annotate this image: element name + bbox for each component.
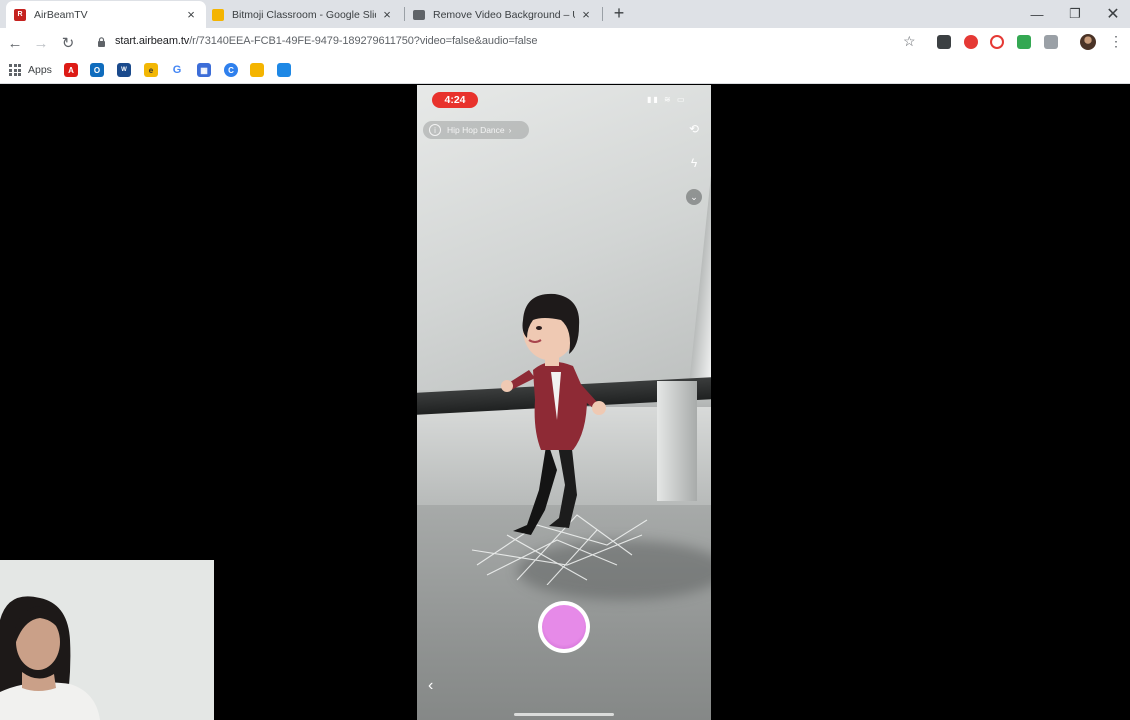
capture-button[interactable] [538, 601, 590, 653]
extension-gray-icon[interactable] [1044, 35, 1058, 49]
tab-title: Remove Video Background – Unscreen [433, 8, 575, 21]
bookmark-star-icon[interactable]: ☆ [903, 33, 916, 50]
flash-icon[interactable]: ϟ [686, 155, 702, 171]
lock-icon [98, 37, 105, 47]
tab-strip: R AirBeamTV × Bitmoji Classroom - Google… [0, 0, 1130, 28]
lens-thumbnail [542, 605, 586, 649]
mirrored-phone-screen: 4:24 ▮▮ ≋ ▭ i Hip Hop Dance › ⟲ ϟ ⌄ ‹ [417, 85, 711, 720]
browser-toolbar: ← → ↻ start.airbeam.tv/r/73140EEA-FCB1-4… [0, 28, 1130, 57]
url-path: /r/73140EEA-FCB1-49FE-9479-189279611750?… [189, 35, 538, 47]
more-options-chevron-icon[interactable]: ⌄ [686, 189, 702, 205]
extension-screencast-icon[interactable] [990, 35, 1004, 49]
webcam-overlay [0, 560, 214, 720]
restore-button[interactable]: ❐ [1056, 0, 1094, 28]
bitmoji-dancer [501, 293, 606, 535]
grid-bookmark-icon[interactable]: ▦ [197, 63, 211, 77]
slides-bookmark-icon[interactable] [250, 63, 264, 77]
google-bookmark-icon[interactable]: G [170, 63, 184, 77]
tab-remove-video-background[interactable]: Remove Video Background – Unscreen × [405, 1, 601, 28]
apps-bookmark[interactable]: Apps [28, 64, 52, 76]
airbeam-stream-view: 4:24 ▮▮ ≋ ▭ i Hip Hop Dance › ⟲ ϟ ⌄ ‹ [0, 85, 1130, 720]
apps-grid-icon[interactable] [9, 64, 21, 76]
extension-red-icon[interactable] [964, 35, 978, 49]
profile-avatar[interactable] [1080, 34, 1096, 50]
angular-bookmark-icon[interactable]: A [64, 63, 78, 77]
lens-name: Hip Hop Dance [447, 125, 505, 135]
info-icon: i [429, 124, 441, 136]
home-indicator [514, 713, 614, 716]
outlook-bookmark-icon[interactable]: O [90, 63, 104, 77]
address-bar[interactable]: start.airbeam.tv/r/73140EEA-FCB1-49FE-94… [115, 35, 537, 47]
bookmarks-bar: Apps A O W e G ▦ C [0, 57, 1130, 84]
scene-post [657, 381, 697, 501]
tab-divider [602, 7, 603, 21]
minimize-button[interactable]: — [1018, 0, 1056, 28]
status-icons: ▮▮ ≋ ▭ [647, 95, 687, 104]
forward-button[interactable]: → [30, 32, 52, 54]
wsu-bookmark-icon[interactable]: W [117, 63, 131, 77]
extension-green-icon[interactable] [1017, 35, 1031, 49]
classroom-bookmark-icon[interactable] [277, 63, 291, 77]
back-button[interactable]: ← [4, 32, 26, 54]
extension-dots-icon[interactable] [937, 35, 951, 49]
c-bookmark-icon[interactable]: C [224, 63, 238, 77]
chrome-menu-icon[interactable]: ⋮ [1109, 34, 1123, 50]
lens-name-pill[interactable]: i Hip Hop Dance › [423, 121, 529, 139]
url-host: start.airbeam.tv [115, 35, 190, 47]
airbeamtv-favicon-icon: R [14, 8, 26, 21]
tab-title: Bitmoji Classroom - Google Slides [232, 8, 376, 21]
edpuzzle-bookmark-icon[interactable]: e [144, 63, 158, 77]
slides-favicon-icon [212, 8, 224, 21]
close-tab-icon[interactable]: × [380, 7, 394, 22]
tab-bitmoji-classroom[interactable]: Bitmoji Classroom - Google Slides × [206, 1, 402, 28]
close-tab-icon[interactable]: × [579, 7, 593, 22]
close-window-button[interactable]: ✕ [1094, 0, 1130, 28]
close-tab-icon[interactable]: × [184, 7, 198, 22]
tab-title: AirBeamTV [34, 8, 88, 21]
tab-airbeamtv[interactable]: R AirBeamTV × [6, 1, 206, 28]
reload-button[interactable]: ↻ [57, 32, 79, 54]
lens-arrow: › [508, 125, 512, 135]
status-time-badge: 4:24 [432, 92, 478, 108]
webcam-person [0, 560, 214, 720]
back-chevron-icon[interactable]: ‹ [428, 677, 433, 695]
new-tab-button[interactable]: + [609, 3, 629, 23]
flip-camera-icon[interactable]: ⟲ [686, 121, 702, 137]
unscreen-favicon-icon [413, 9, 425, 20]
